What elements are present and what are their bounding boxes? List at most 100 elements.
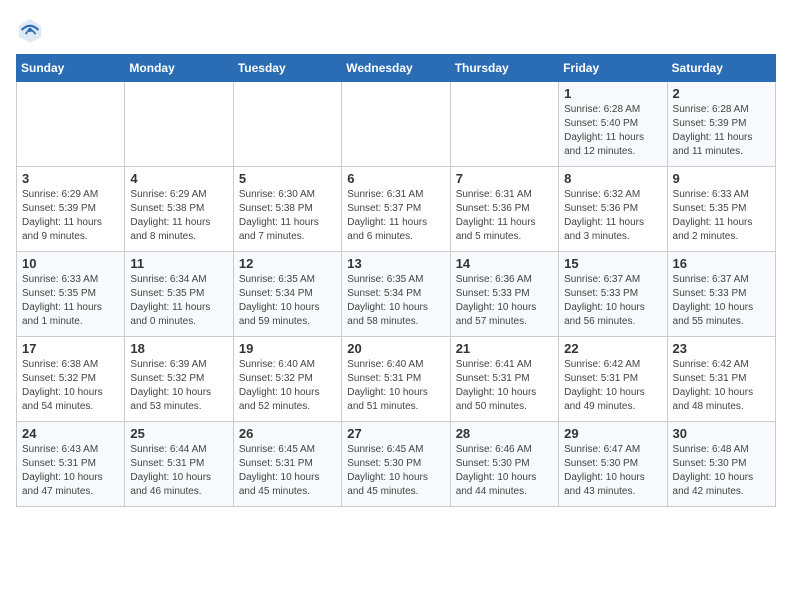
day-number: 5 [239, 171, 336, 186]
calendar-cell [450, 82, 558, 167]
weekday-header: Wednesday [342, 55, 450, 82]
day-info: Sunrise: 6:41 AM Sunset: 5:31 PM Dayligh… [456, 358, 553, 414]
calendar-cell: 21 Sunrise: 6:41 AM Sunset: 5:31 PM Dayli… [450, 337, 558, 422]
day-info: Sunrise: 6:28 AM Sunset: 5:40 PM Dayligh… [564, 103, 661, 159]
day-number: 11 [130, 256, 227, 271]
day-info: Sunrise: 6:29 AM Sunset: 5:39 PM Dayligh… [22, 188, 119, 244]
calendar-cell: 14 Sunrise: 6:36 AM Sunset: 5:33 PM Dayli… [450, 252, 558, 337]
day-info: Sunrise: 6:33 AM Sunset: 5:35 PM Dayligh… [22, 273, 119, 329]
day-info: Sunrise: 6:42 AM Sunset: 5:31 PM Dayligh… [673, 358, 770, 414]
day-info: Sunrise: 6:35 AM Sunset: 5:34 PM Dayligh… [239, 273, 336, 329]
calendar-week-row: 10 Sunrise: 6:33 AM Sunset: 5:35 PM Dayli… [17, 252, 776, 337]
day-number: 18 [130, 341, 227, 356]
day-info: Sunrise: 6:48 AM Sunset: 5:30 PM Dayligh… [673, 443, 770, 499]
calendar-cell: 9 Sunrise: 6:33 AM Sunset: 5:35 PM Daylig… [667, 167, 775, 252]
day-info: Sunrise: 6:30 AM Sunset: 5:38 PM Dayligh… [239, 188, 336, 244]
day-number: 9 [673, 171, 770, 186]
calendar-cell: 7 Sunrise: 6:31 AM Sunset: 5:36 PM Daylig… [450, 167, 558, 252]
calendar-cell [125, 82, 233, 167]
day-number: 3 [22, 171, 119, 186]
day-info: Sunrise: 6:42 AM Sunset: 5:31 PM Dayligh… [564, 358, 661, 414]
logo-icon [16, 16, 44, 44]
weekday-header: Thursday [450, 55, 558, 82]
day-info: Sunrise: 6:40 AM Sunset: 5:32 PM Dayligh… [239, 358, 336, 414]
day-info: Sunrise: 6:39 AM Sunset: 5:32 PM Dayligh… [130, 358, 227, 414]
day-info: Sunrise: 6:43 AM Sunset: 5:31 PM Dayligh… [22, 443, 119, 499]
calendar-week-row: 3 Sunrise: 6:29 AM Sunset: 5:39 PM Daylig… [17, 167, 776, 252]
page-header [16, 16, 776, 44]
calendar-cell [17, 82, 125, 167]
calendar-cell: 25 Sunrise: 6:44 AM Sunset: 5:31 PM Dayli… [125, 422, 233, 507]
day-number: 19 [239, 341, 336, 356]
day-number: 10 [22, 256, 119, 271]
calendar-cell [233, 82, 341, 167]
day-number: 27 [347, 426, 444, 441]
day-number: 7 [456, 171, 553, 186]
day-number: 1 [564, 86, 661, 101]
calendar-week-row: 24 Sunrise: 6:43 AM Sunset: 5:31 PM Dayli… [17, 422, 776, 507]
calendar-week-row: 17 Sunrise: 6:38 AM Sunset: 5:32 PM Dayli… [17, 337, 776, 422]
day-number: 6 [347, 171, 444, 186]
calendar-cell: 15 Sunrise: 6:37 AM Sunset: 5:33 PM Dayli… [559, 252, 667, 337]
calendar-cell: 6Sunrise: 6:31 AM Sunset: 5:37 PM Daylig… [342, 167, 450, 252]
day-info: Sunrise: 6:38 AM Sunset: 5:32 PM Dayligh… [22, 358, 119, 414]
calendar-week-row: 1 Sunrise: 6:28 AM Sunset: 5:40 PM Daylig… [17, 82, 776, 167]
day-number: 25 [130, 426, 227, 441]
calendar-cell: 28Sunrise: 6:46 AM Sunset: 5:30 PM Dayli… [450, 422, 558, 507]
calendar-cell: 11Sunrise: 6:34 AM Sunset: 5:35 PM Dayli… [125, 252, 233, 337]
day-info: Sunrise: 6:33 AM Sunset: 5:35 PM Dayligh… [673, 188, 770, 244]
day-number: 16 [673, 256, 770, 271]
day-number: 8 [564, 171, 661, 186]
logo [16, 16, 48, 44]
day-number: 17 [22, 341, 119, 356]
calendar-cell: 19 Sunrise: 6:40 AM Sunset: 5:32 PM Dayli… [233, 337, 341, 422]
day-number: 12 [239, 256, 336, 271]
calendar-cell: 22 Sunrise: 6:42 AM Sunset: 5:31 PM Dayli… [559, 337, 667, 422]
day-number: 14 [456, 256, 553, 271]
calendar-cell [342, 82, 450, 167]
day-number: 13 [347, 256, 444, 271]
day-number: 30 [673, 426, 770, 441]
calendar-cell: 26 Sunrise: 6:45 AM Sunset: 5:31 PM Dayli… [233, 422, 341, 507]
calendar-cell: 23 Sunrise: 6:42 AM Sunset: 5:31 PM Dayli… [667, 337, 775, 422]
weekday-header: Saturday [667, 55, 775, 82]
day-info: Sunrise: 6:29 AM Sunset: 5:38 PM Dayligh… [130, 188, 227, 244]
day-number: 29 [564, 426, 661, 441]
day-info: Sunrise: 6:45 AM Sunset: 5:30 PM Dayligh… [347, 443, 444, 499]
weekday-header: Friday [559, 55, 667, 82]
day-info: Sunrise: 6:45 AM Sunset: 5:31 PM Dayligh… [239, 443, 336, 499]
calendar-cell: 13 Sunrise: 6:35 AM Sunset: 5:34 PM Dayli… [342, 252, 450, 337]
day-info: Sunrise: 6:28 AM Sunset: 5:39 PM Dayligh… [673, 103, 770, 159]
day-number: 21 [456, 341, 553, 356]
calendar-cell: 17 Sunrise: 6:38 AM Sunset: 5:32 PM Dayli… [17, 337, 125, 422]
day-info: Sunrise: 6:35 AM Sunset: 5:34 PM Dayligh… [347, 273, 444, 329]
day-number: 24 [22, 426, 119, 441]
calendar-cell: 16 Sunrise: 6:37 AM Sunset: 5:33 PM Dayli… [667, 252, 775, 337]
day-info: Sunrise: 6:37 AM Sunset: 5:33 PM Dayligh… [564, 273, 661, 329]
day-info: Sunrise: 6:36 AM Sunset: 5:33 PM Dayligh… [456, 273, 553, 329]
day-number: 23 [673, 341, 770, 356]
weekday-header: Sunday [17, 55, 125, 82]
day-info: Sunrise: 6:32 AM Sunset: 5:36 PM Dayligh… [564, 188, 661, 244]
day-info: Sunrise: 6:31 AM Sunset: 5:36 PM Dayligh… [456, 188, 553, 244]
calendar-cell: 18 Sunrise: 6:39 AM Sunset: 5:32 PM Dayli… [125, 337, 233, 422]
calendar-cell: 27 Sunrise: 6:45 AM Sunset: 5:30 PM Dayli… [342, 422, 450, 507]
day-info: Sunrise: 6:37 AM Sunset: 5:33 PM Dayligh… [673, 273, 770, 329]
calendar-cell: 24 Sunrise: 6:43 AM Sunset: 5:31 PM Dayli… [17, 422, 125, 507]
calendar-cell: 30 Sunrise: 6:48 AM Sunset: 5:30 PM Dayli… [667, 422, 775, 507]
calendar-cell: 1 Sunrise: 6:28 AM Sunset: 5:40 PM Daylig… [559, 82, 667, 167]
day-number: 22 [564, 341, 661, 356]
calendar-cell: 4 Sunrise: 6:29 AM Sunset: 5:38 PM Daylig… [125, 167, 233, 252]
day-number: 15 [564, 256, 661, 271]
day-number: 26 [239, 426, 336, 441]
calendar-cell: 20Sunrise: 6:40 AM Sunset: 5:31 PM Dayli… [342, 337, 450, 422]
calendar-cell: 8 Sunrise: 6:32 AM Sunset: 5:36 PM Daylig… [559, 167, 667, 252]
day-number: 2 [673, 86, 770, 101]
day-number: 4 [130, 171, 227, 186]
calendar-cell: 3 Sunrise: 6:29 AM Sunset: 5:39 PM Daylig… [17, 167, 125, 252]
day-number: 20 [347, 341, 444, 356]
day-info: Sunrise: 6:44 AM Sunset: 5:31 PM Dayligh… [130, 443, 227, 499]
calendar-table: SundayMondayTuesdayWednesdayThursdayFrid… [16, 54, 776, 507]
calendar-cell: 2 Sunrise: 6:28 AM Sunset: 5:39 PM Daylig… [667, 82, 775, 167]
day-info: Sunrise: 6:47 AM Sunset: 5:30 PM Dayligh… [564, 443, 661, 499]
